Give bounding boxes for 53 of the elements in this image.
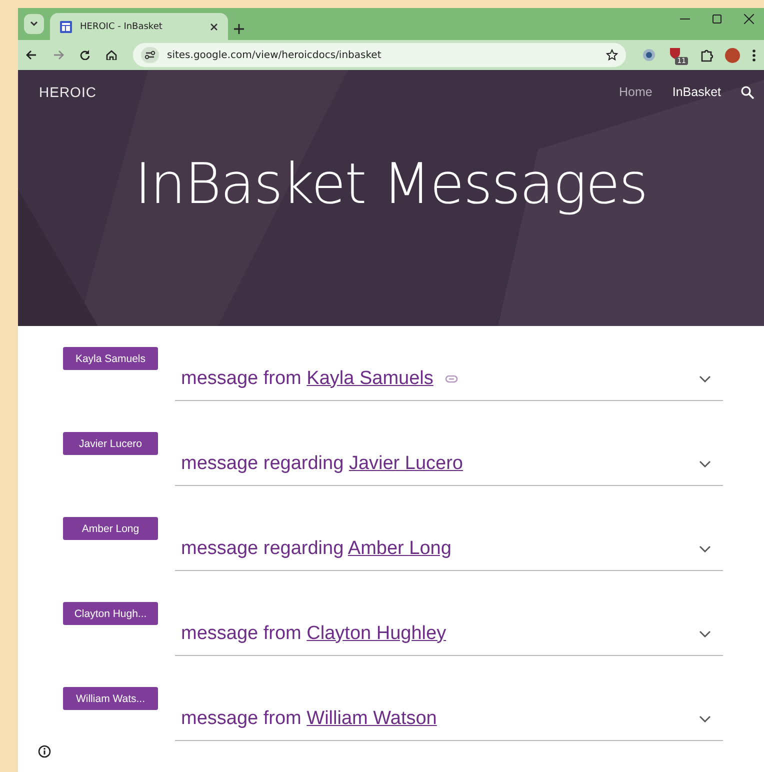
name-link[interactable]: Amber Long bbox=[348, 538, 452, 558]
accordion-header[interactable]: message regarding Javier Lucero bbox=[175, 432, 723, 486]
name-link[interactable]: William Watson bbox=[306, 708, 437, 728]
maximize-icon[interactable] bbox=[712, 14, 722, 24]
nav-link[interactable]: InBasket bbox=[672, 85, 721, 99]
profile-avatar-icon[interactable] bbox=[725, 48, 740, 62]
name-tag[interactable]: Javier Lucero bbox=[63, 432, 158, 455]
name-link[interactable]: Javier Lucero bbox=[348, 452, 463, 474]
extension-icon[interactable] bbox=[642, 48, 656, 62]
name-tag[interactable]: Clayton Hugh... bbox=[63, 602, 158, 625]
accordion-header[interactable]: message from Kayla Samuels bbox=[175, 347, 723, 401]
back-icon[interactable] bbox=[26, 50, 37, 60]
message-title: message regarding Amber Long bbox=[181, 538, 452, 560]
name-link[interactable]: Kayla Samuels bbox=[306, 368, 434, 388]
new-tab-icon[interactable] bbox=[234, 24, 244, 34]
name-link[interactable]: Clayton Hughley bbox=[306, 622, 446, 644]
home-icon[interactable] bbox=[106, 50, 117, 60]
forward-icon[interactable] bbox=[53, 50, 64, 60]
site-logo[interactable]: HEROIC bbox=[39, 84, 600, 100]
info-icon[interactable] bbox=[38, 745, 51, 758]
name-tag[interactable]: William Wats... bbox=[63, 687, 158, 710]
accordion-header[interactable]: message from William Watson bbox=[175, 687, 723, 741]
message-title: message regarding Javier Lucero bbox=[181, 452, 463, 474]
puzzle-icon[interactable] bbox=[700, 48, 713, 62]
more-menu-icon[interactable] bbox=[752, 48, 756, 62]
chevron-down-icon bbox=[29, 19, 39, 29]
chevron-down-icon[interactable] bbox=[699, 714, 711, 722]
message-title: message from Kayla Samuels bbox=[181, 368, 434, 390]
message-title: message from Clayton Hughley bbox=[181, 622, 446, 644]
nav-link[interactable]: Home bbox=[619, 85, 652, 99]
close-icon[interactable] bbox=[210, 22, 218, 30]
name-tag[interactable]: Kayla Samuels bbox=[63, 347, 158, 370]
chevron-down-icon[interactable] bbox=[699, 544, 711, 552]
reload-icon[interactable] bbox=[80, 50, 90, 60]
name-tag[interactable]: Amber Long bbox=[63, 517, 158, 540]
chevron-down-icon[interactable] bbox=[699, 460, 711, 468]
star-icon[interactable] bbox=[606, 49, 618, 61]
browser-tab[interactable]: HEROIC - InBasket bbox=[50, 13, 228, 40]
site-settings-icon[interactable] bbox=[141, 47, 159, 63]
accordion-header[interactable]: message regarding Amber Long bbox=[175, 517, 723, 571]
chevron-down-icon[interactable] bbox=[699, 630, 711, 638]
tab-list-button[interactable] bbox=[24, 14, 44, 34]
site-icon bbox=[60, 20, 72, 32]
chevron-down-icon[interactable] bbox=[699, 374, 711, 382]
address-bar[interactable]: sites.google.com/view/heroicdocs/inbasket bbox=[133, 43, 626, 67]
shield-icon bbox=[668, 46, 682, 60]
url-text: sites.google.com/view/heroicdocs/inbasket bbox=[167, 50, 382, 60]
accordion-header[interactable]: message from Clayton Hughley bbox=[175, 602, 723, 656]
tab-title: HEROIC - InBasket bbox=[80, 22, 164, 32]
close-icon[interactable] bbox=[744, 14, 754, 24]
message-title: message from William Watson bbox=[181, 708, 437, 730]
search-icon[interactable] bbox=[741, 86, 754, 98]
page-title: InBasket Messages bbox=[134, 152, 648, 217]
